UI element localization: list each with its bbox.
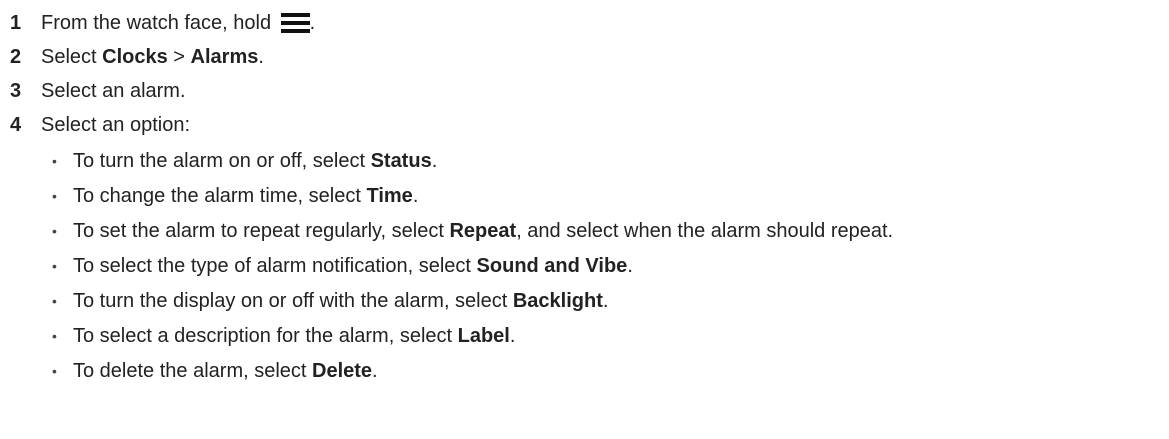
step-number: 2 (10, 46, 22, 68)
bullet-icon: • (52, 258, 57, 274)
sound-and-vibe-label: Sound and Vibe (476, 255, 628, 277)
menu-icon (280, 13, 310, 33)
option-backlight: • To turn the display on or off with the… (10, 286, 1160, 317)
clocks-label: Clocks (102, 46, 168, 68)
step-text-pre: Select (41, 46, 103, 68)
step-text: Select an option: (41, 114, 190, 136)
repeat-label: Repeat (449, 220, 517, 242)
option-text: To turn the alarm on or off, select Stat… (73, 150, 438, 172)
step-number: 4 (10, 114, 22, 136)
option-label: • To select a description for the alarm,… (10, 321, 1160, 352)
bullet-icon: • (52, 153, 57, 169)
step-number: 1 (10, 12, 22, 34)
time-label: Time (366, 185, 413, 207)
bullet-icon: • (52, 223, 57, 239)
step-text-pre: From the watch face, hold (41, 12, 277, 34)
option-sound-and-vibe: • To select the type of alarm notificati… (10, 251, 1160, 282)
steps-list: 1 From the watch face, hold . 2 Select C… (10, 8, 1160, 391)
option-text: To delete the alarm, select Delete. (73, 360, 378, 382)
bullet-icon: • (52, 293, 57, 309)
bullet-icon: • (52, 328, 57, 344)
alarms-label: Alarms (190, 46, 259, 68)
step-1: 1 From the watch face, hold . (10, 8, 1160, 39)
step-text-post: . (258, 46, 264, 68)
step-text: Select an alarm. (41, 80, 186, 102)
option-delete: • To delete the alarm, select Delete. (10, 356, 1160, 387)
option-text: To change the alarm time, select Time. (73, 185, 419, 207)
step-2: 2 Select Clocks > Alarms. (10, 42, 1160, 73)
delete-label: Delete (312, 360, 373, 382)
status-label: Status (370, 150, 432, 172)
label-label: Label (457, 325, 510, 347)
step-number: 3 (10, 80, 22, 102)
option-status: • To turn the alarm on or off, select St… (10, 146, 1160, 177)
options-list: • To turn the alarm on or off, select St… (10, 146, 1160, 387)
step-4: 4 Select an option: (10, 110, 1160, 141)
step-text: From the watch face, hold . (41, 8, 315, 39)
path-separator: > (167, 46, 191, 68)
step-text-post: . (309, 12, 316, 34)
bullet-icon: • (52, 188, 57, 204)
option-text: To select the type of alarm notification… (73, 255, 633, 277)
option-text: To select a description for the alarm, s… (73, 325, 516, 347)
backlight-label: Backlight (512, 290, 603, 312)
option-time: • To change the alarm time, select Time. (10, 181, 1160, 212)
option-text: To turn the display on or off with the a… (73, 290, 609, 312)
step-text: Select Clocks > Alarms. (41, 42, 264, 73)
option-repeat: • To set the alarm to repeat regularly, … (10, 216, 1160, 247)
step-3: 3 Select an alarm. (10, 76, 1160, 107)
bullet-icon: • (52, 363, 57, 379)
option-text: To set the alarm to repeat regularly, se… (73, 220, 894, 242)
